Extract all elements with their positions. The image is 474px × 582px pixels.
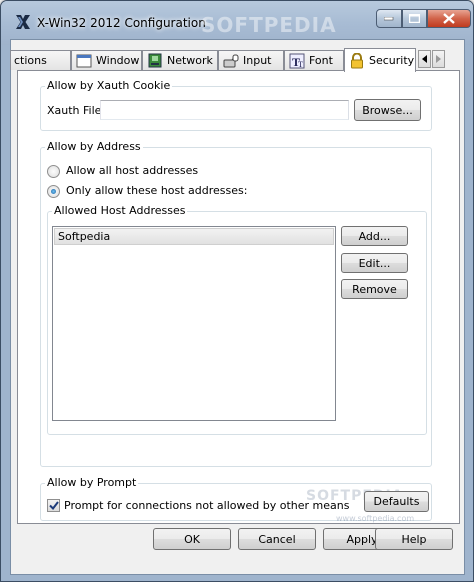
allowed-hosts-group-label: Allowed Host Addresses <box>52 204 188 217</box>
font-icon: T T <box>289 53 305 69</box>
radio-selected-dot <box>51 189 56 194</box>
tab-strip: ctions Window Network Input T T Font Sec… <box>10 48 466 72</box>
add-host-button[interactable]: Add... <box>341 226 408 246</box>
only-allow-hosts-label[interactable]: Only allow these host addresses: <box>66 184 247 197</box>
tab-scroll-left-button[interactable] <box>418 50 431 68</box>
defaults-button-label: Defaults <box>373 495 420 508</box>
tab-security[interactable]: Security <box>344 48 416 72</box>
close-button[interactable] <box>427 9 471 28</box>
tab-network[interactable]: Network <box>142 50 218 70</box>
allow-all-hosts-radio[interactable] <box>47 165 60 178</box>
prompt-group-label: Allow by Prompt <box>45 476 139 489</box>
remove-button-label: Remove <box>352 282 397 296</box>
tab-input[interactable]: Input <box>218 50 284 70</box>
tab-label: Security <box>369 54 415 67</box>
maximize-button[interactable] <box>402 9 427 28</box>
tab-window[interactable]: Window <box>71 50 142 70</box>
remove-host-button[interactable]: Remove <box>341 279 408 299</box>
close-icon <box>443 13 455 24</box>
xauth-group-label: Allow by Xauth Cookie <box>45 79 173 92</box>
minimize-button[interactable] <box>376 9 402 28</box>
allowed-hosts-list[interactable]: Softpedia <box>52 226 336 421</box>
softpedia-watermark: SOFTPEDIA <box>201 13 337 37</box>
checkmark-icon <box>48 501 59 510</box>
allow-all-hosts-label[interactable]: Allow all host addresses <box>66 164 198 177</box>
xauth-file-field[interactable] <box>100 100 349 120</box>
host-entry-label: Softpedia <box>58 230 111 243</box>
add-button-label: Add... <box>358 229 391 243</box>
tab-label: Input <box>243 54 272 67</box>
tab-label: Network <box>167 54 213 67</box>
cancel-button[interactable]: Cancel <box>238 528 316 550</box>
network-icon <box>148 53 162 67</box>
tab-label: Window <box>96 54 140 67</box>
softpedia-url-watermark: www.softpedia.com <box>336 514 415 523</box>
tab-actions[interactable]: ctions <box>10 50 71 70</box>
xauth-file-label: Xauth File: <box>47 104 106 117</box>
allowed-hosts-group: Allowed Host Addresses Softpedia Add... … <box>47 204 427 435</box>
help-button-label: Help <box>401 532 427 546</box>
lock-icon <box>351 52 363 68</box>
browse-button-label: Browse... <box>362 103 413 117</box>
edit-host-button[interactable]: Edit... <box>341 253 408 273</box>
tab-label: Font <box>309 54 333 67</box>
cancel-button-label: Cancel <box>258 532 296 546</box>
ok-button[interactable]: OK <box>153 528 231 550</box>
help-button[interactable]: Help <box>375 528 453 550</box>
svg-text:T: T <box>298 60 303 69</box>
input-icon <box>223 54 239 67</box>
only-allow-hosts-radio[interactable] <box>47 185 60 198</box>
security-panel: Allow by Xauth Cookie Xauth File: Browse… <box>17 70 460 524</box>
dialog-client-area: ctions Window Network Input T T Font Sec… <box>10 39 465 575</box>
address-group: Allow by Address Allow all host addresse… <box>40 140 432 467</box>
tab-label: ctions <box>14 54 47 67</box>
app-window: X-Win32 2012 Configuration SOFTPEDIA cti… <box>0 0 474 582</box>
tab-scroll-right-button[interactable] <box>432 50 445 68</box>
list-item[interactable]: Softpedia <box>54 228 334 245</box>
minimize-icon <box>384 16 394 20</box>
edit-button-label: Edit... <box>358 256 391 270</box>
prompt-checkbox[interactable] <box>47 499 60 512</box>
tab-font[interactable]: T T Font <box>284 50 344 70</box>
ok-button-label: OK <box>184 532 200 546</box>
arrow-left-icon <box>421 55 427 63</box>
xwin32-app-icon <box>16 15 30 29</box>
maximize-icon <box>409 14 420 23</box>
xauth-group: Allow by Xauth Cookie Xauth File: Browse… <box>40 79 432 131</box>
window-title: X-Win32 2012 Configuration <box>37 16 206 30</box>
apply-button-label: Apply <box>346 532 378 546</box>
address-group-label: Allow by Address <box>45 140 143 153</box>
window-icon <box>76 54 92 67</box>
arrow-right-icon <box>435 55 441 63</box>
browse-button[interactable]: Browse... <box>354 99 421 121</box>
defaults-button[interactable]: Defaults <box>364 491 429 512</box>
